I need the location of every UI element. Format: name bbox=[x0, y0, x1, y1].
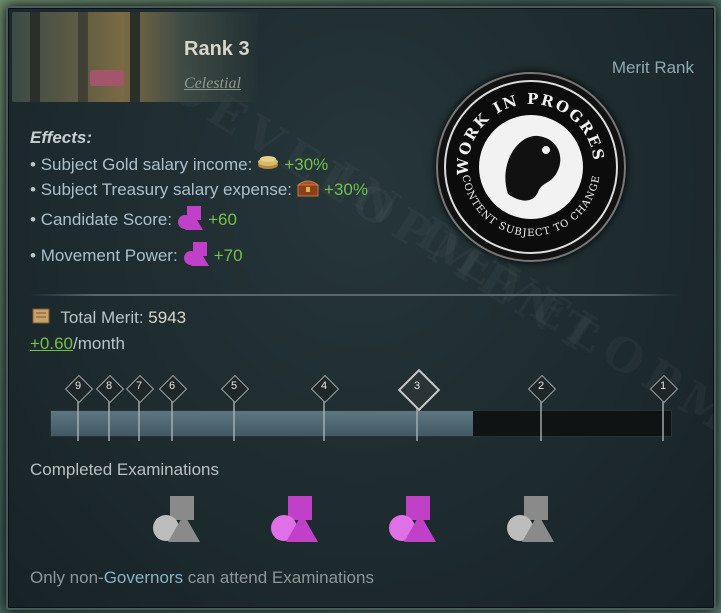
rank-marker-tick bbox=[77, 401, 79, 441]
rank-marker-number: 6 bbox=[168, 380, 176, 392]
effect-label: Candidate Score: bbox=[40, 210, 173, 229]
effect-value: +30% bbox=[284, 154, 329, 174]
rank-marker-2[interactable]: 2 bbox=[527, 374, 557, 404]
scroll-icon bbox=[30, 306, 52, 331]
effect-row-gold: • Subject Gold salary income: +30% bbox=[30, 152, 368, 177]
effects-heading: Effects: bbox=[30, 128, 93, 147]
rank-marker-number: 8 bbox=[105, 380, 113, 392]
effect-row-treasury: • Subject Treasury salary expense: +30% bbox=[30, 177, 368, 202]
note-suffix: can attend Examinations bbox=[183, 568, 374, 587]
examination-icon[interactable] bbox=[264, 492, 324, 552]
rank-marker-number: 1 bbox=[659, 380, 667, 392]
examination-icon[interactable] bbox=[500, 492, 560, 552]
rank-marker-tick bbox=[662, 401, 664, 441]
examination-note: Only non-Governors can attend Examinatio… bbox=[30, 568, 374, 588]
rank-marker-number: 7 bbox=[135, 380, 143, 392]
rank-marker-3[interactable]: 3 bbox=[397, 368, 441, 412]
work-in-progress-badge: WORK IN PROGRESS CONTENT SUBJECT TO CHAN… bbox=[432, 60, 626, 262]
effect-value: +30% bbox=[324, 179, 368, 199]
rank-marker-number: 3 bbox=[413, 380, 421, 392]
shapes-icon bbox=[182, 241, 210, 272]
treasure-chest-icon bbox=[296, 177, 320, 202]
examination-icon[interactable] bbox=[382, 492, 442, 552]
effect-label: Movement Power: bbox=[40, 246, 178, 265]
rank-subtitle-link[interactable]: Celestial bbox=[184, 75, 241, 93]
effect-value: +60 bbox=[208, 210, 237, 229]
effect-row-movement-power: • Movement Power: +70 bbox=[30, 238, 368, 274]
effect-label: Subject Gold salary income: bbox=[40, 154, 253, 174]
effect-label: Subject Treasury salary expense: bbox=[40, 179, 293, 199]
rank-marker-tick bbox=[323, 401, 325, 441]
rank-marker-tick bbox=[108, 401, 110, 441]
merit-progress-fill bbox=[51, 411, 473, 436]
effects-section: Effects: • Subject Gold salary income: +… bbox=[30, 128, 368, 274]
section-divider bbox=[30, 294, 680, 296]
gold-coins-icon bbox=[256, 153, 280, 176]
total-merit-value: 5943 bbox=[148, 307, 187, 327]
completed-examinations-title: Completed Examinations bbox=[30, 460, 219, 479]
rank-marker-8[interactable]: 8 bbox=[95, 374, 125, 404]
rank-marker-7[interactable]: 7 bbox=[125, 374, 155, 404]
rank-marker-4[interactable]: 4 bbox=[310, 374, 340, 404]
rank-marker-number: 9 bbox=[74, 380, 82, 392]
rank-marker-number: 4 bbox=[320, 380, 328, 392]
merit-rate: +0.60/month bbox=[30, 334, 125, 354]
merit-rate-unit: /month bbox=[73, 334, 125, 353]
rank-marker-number: 5 bbox=[230, 380, 238, 392]
rank-marker-tick bbox=[233, 401, 235, 441]
rank-marker-tick bbox=[138, 401, 140, 441]
note-prefix: Only non- bbox=[30, 568, 104, 587]
governors-link[interactable]: Governors bbox=[104, 568, 183, 587]
rank-marker-1[interactable]: 1 bbox=[649, 374, 679, 404]
rank-marker-tick bbox=[540, 401, 542, 441]
rank-marker-5[interactable]: 5 bbox=[220, 374, 250, 404]
effect-row-candidate-score: • Candidate Score: +60 bbox=[30, 202, 368, 238]
total-merit-label: Total Merit: bbox=[60, 307, 144, 327]
merit-progress-track bbox=[50, 410, 672, 437]
rank-marker-6[interactable]: 6 bbox=[158, 374, 188, 404]
rank-marker-9[interactable]: 9 bbox=[64, 374, 94, 404]
examination-icon[interactable] bbox=[146, 492, 206, 552]
merit-rate-value[interactable]: +0.60 bbox=[30, 334, 73, 353]
shapes-icon bbox=[176, 205, 204, 236]
rank-marker-tick bbox=[171, 401, 173, 441]
merit-rank-tooltip: IN DEVELOPMENT IN DEVELOPMENT Rank 3 Cel… bbox=[6, 6, 716, 610]
total-merit: Total Merit: 5943 bbox=[30, 306, 186, 331]
rank-title: Rank 3 bbox=[184, 38, 250, 60]
rank-marker-number: 2 bbox=[537, 380, 545, 392]
effect-value: +70 bbox=[213, 246, 243, 265]
merit-rank-label: Merit Rank bbox=[611, 58, 694, 77]
